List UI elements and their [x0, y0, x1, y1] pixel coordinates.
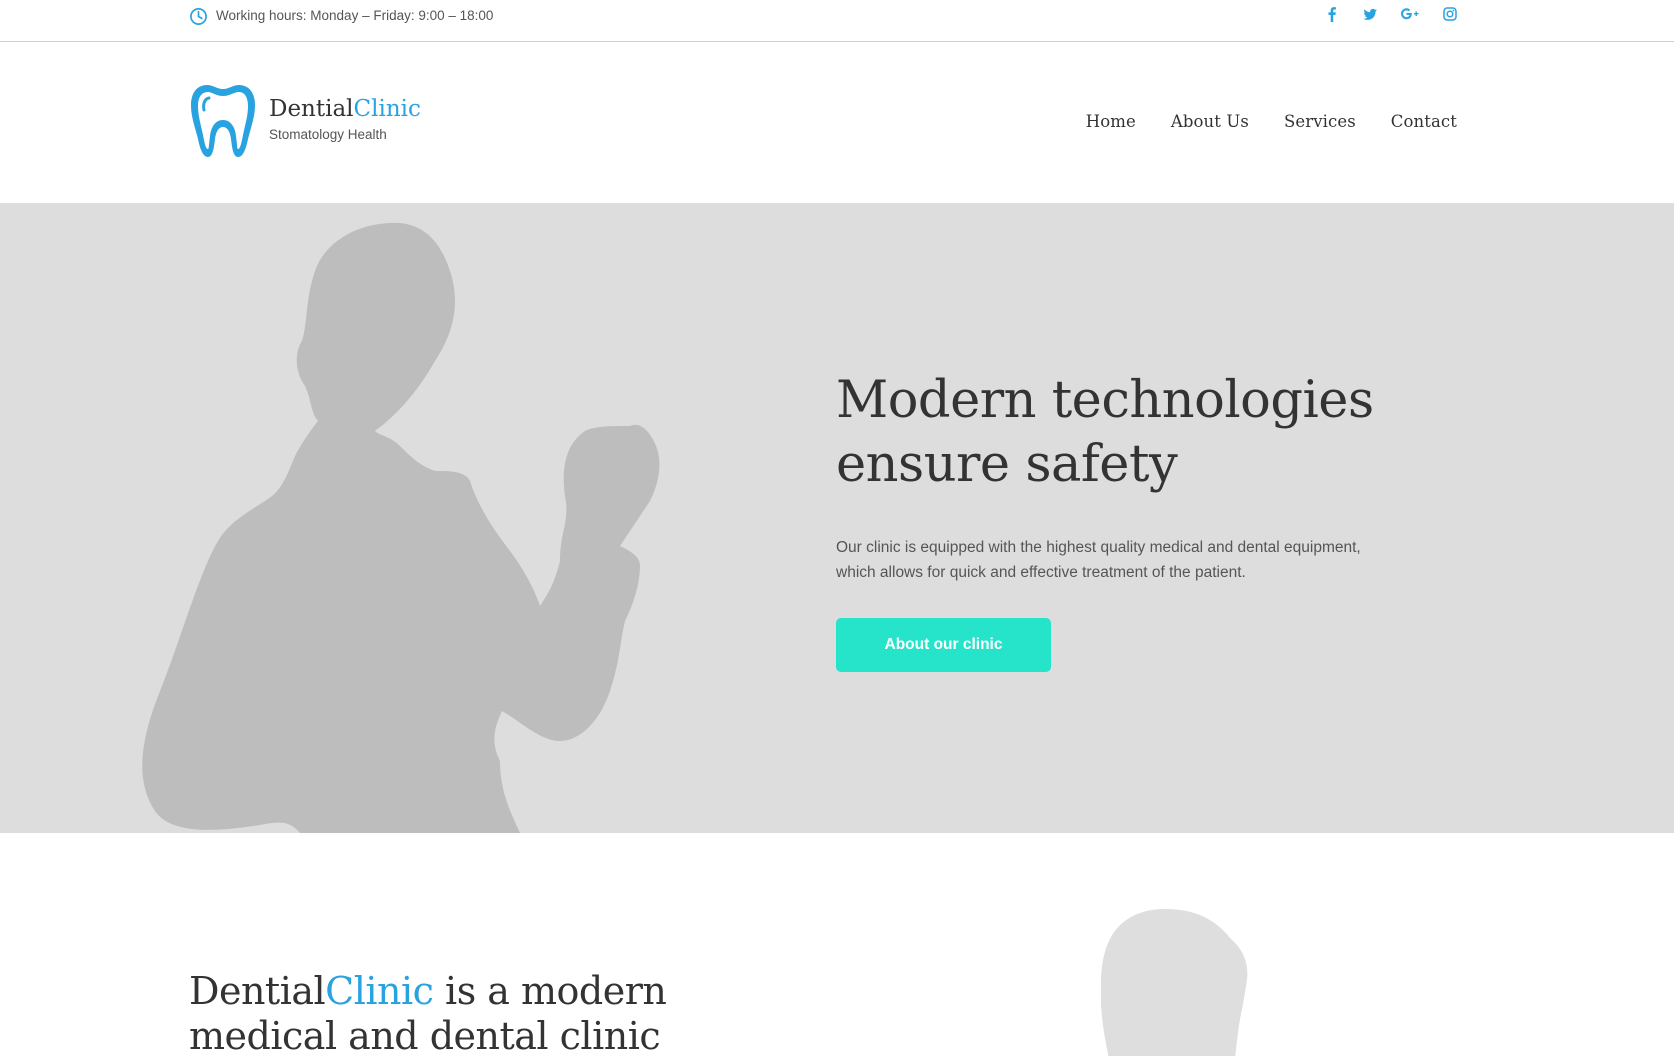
- clock-icon: [190, 7, 207, 25]
- working-hours-text: Working hours: Monday – Friday: 9:00 – 1…: [216, 8, 494, 23]
- social-links: [1324, 5, 1458, 23]
- logo[interactable]: DentialClinic Stomatology Health: [189, 83, 421, 159]
- tooth-icon: [191, 85, 255, 157]
- about-title-part1: Dential: [189, 969, 326, 1013]
- brand-name-part2: Clinic: [353, 96, 421, 122]
- hero-content: Modern technologies ensure safety Our cl…: [836, 369, 1436, 672]
- person-head-image: [1100, 909, 1248, 1056]
- nav-contact[interactable]: Contact: [1391, 112, 1457, 131]
- facebook-icon[interactable]: [1324, 5, 1340, 23]
- brand-tagline: Stomatology Health: [269, 127, 387, 142]
- twitter-icon[interactable]: [1362, 5, 1378, 23]
- hero-section: Modern technologies ensure safety Our cl…: [0, 203, 1674, 833]
- hero-title: Modern technologies ensure safety: [836, 369, 1436, 497]
- hero-title-line2: ensure safety: [836, 435, 1178, 494]
- nav-home[interactable]: Home: [1086, 112, 1136, 131]
- hero-title-line1: Modern technologies: [836, 371, 1374, 430]
- about-section: DentialClinic is a modern medical and de…: [0, 833, 1674, 1056]
- nav-services[interactable]: Services: [1284, 112, 1356, 131]
- about-title: DentialClinic is a modern medical and de…: [189, 969, 709, 1056]
- person-silhouette-image: [142, 222, 660, 833]
- brand-name-part1: Dential: [269, 96, 354, 122]
- about-our-clinic-button[interactable]: About our clinic: [836, 618, 1051, 672]
- google-plus-icon[interactable]: [1400, 5, 1420, 23]
- nav-about-us[interactable]: About Us: [1171, 112, 1249, 131]
- instagram-icon[interactable]: [1442, 5, 1458, 23]
- brand-name: DentialClinic: [269, 95, 421, 123]
- about-title-part2: Clinic: [325, 969, 434, 1013]
- top-bar: Working hours: Monday – Friday: 9:00 – 1…: [0, 0, 1674, 42]
- hero-description: Our clinic is equipped with the highest …: [836, 539, 1361, 581]
- brand: DentialClinic Stomatology Health: [269, 95, 421, 142]
- working-hours: Working hours: Monday – Friday: 9:00 – 1…: [189, 6, 493, 26]
- main-nav: Home About Us Services Contact: [1086, 112, 1457, 131]
- site-header: DentialClinic Stomatology Health Home Ab…: [0, 42, 1674, 203]
